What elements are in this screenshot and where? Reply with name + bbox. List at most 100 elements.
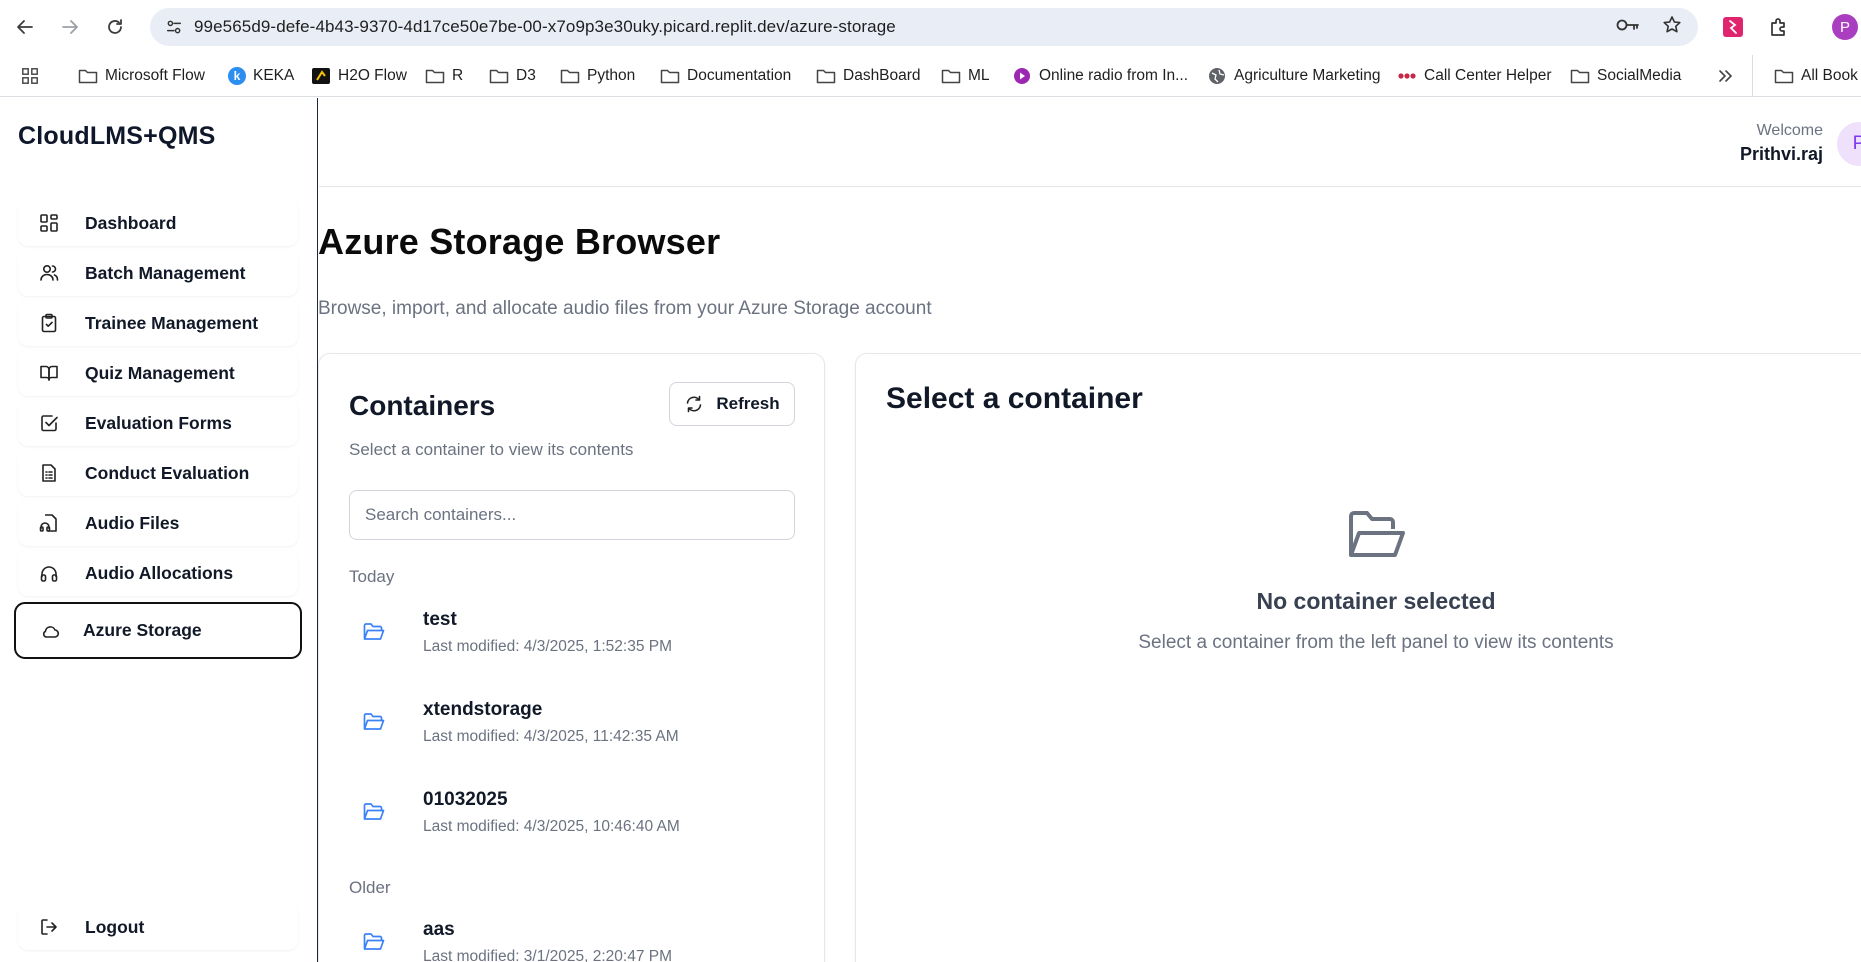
bookmark-item[interactable]: D3 bbox=[489, 55, 536, 97]
headphones-icon bbox=[18, 563, 74, 583]
file-audio-icon bbox=[18, 513, 74, 533]
refresh-icon bbox=[687, 395, 702, 413]
welcome-block: Welcome Prithvi.raj bbox=[1740, 122, 1823, 165]
sidebar-item-label: Evaluation Forms bbox=[85, 412, 232, 433]
h2o-icon bbox=[312, 68, 330, 84]
sidebar-nav: Dashboard Batch Management Trainee Manag… bbox=[14, 200, 302, 663]
group-label-older: Older bbox=[349, 878, 391, 897]
search-containers-input[interactable] bbox=[349, 490, 795, 540]
sidebar-item-label: Dashboard bbox=[85, 212, 177, 233]
container-name: xtendstorage bbox=[423, 699, 543, 720]
dashboard-icon bbox=[18, 213, 74, 233]
container-item-xtendstorage[interactable]: xtendstorage Last modified: 4/3/2025, 11… bbox=[349, 690, 795, 766]
folder-icon bbox=[425, 69, 445, 84]
bookmark-item[interactable]: R bbox=[425, 55, 463, 97]
sidebar-item-label: Quiz Management bbox=[85, 362, 235, 383]
bookmark-item[interactable]: k KEKA bbox=[228, 55, 294, 97]
brand-title: CloudLMS+QMS bbox=[18, 122, 216, 150]
container-item-aas[interactable]: aas Last modified: 3/1/2025, 2:20:47 PM bbox=[349, 910, 795, 962]
containers-title: Containers bbox=[349, 390, 496, 421]
sidebar-item-dashboard[interactable]: Dashboard bbox=[18, 200, 298, 246]
bookmark-item[interactable]: Python bbox=[560, 55, 635, 97]
container-detail-panel: Select a container No container selected… bbox=[855, 353, 1861, 962]
container-item-test[interactable]: test Last modified: 4/3/2025, 1:52:35 PM bbox=[349, 600, 795, 676]
app-root: CloudLMS+QMS Dashboard Batch Management … bbox=[0, 98, 1861, 962]
logout-icon bbox=[18, 917, 74, 937]
sidebar-item-audio-files[interactable]: Audio Files bbox=[18, 500, 298, 546]
sidebar-item-evaluation-forms[interactable]: Evaluation Forms bbox=[18, 400, 298, 446]
logout-button[interactable]: Logout bbox=[18, 904, 298, 950]
apps-grid-icon[interactable] bbox=[20, 55, 40, 97]
folder-open-icon bbox=[1349, 511, 1405, 557]
empty-state-subtitle: Select a container from the left panel t… bbox=[1138, 632, 1614, 653]
bookmarks-bar: Microsoft Flow k KEKA H2O Flow R D3 Pyth… bbox=[0, 55, 1861, 97]
folder-icon bbox=[941, 69, 961, 84]
bookmark-item[interactable]: SocialMedia bbox=[1570, 55, 1681, 97]
container-modified: Last modified: 4/3/2025, 10:46:40 AM bbox=[423, 818, 680, 835]
user-name: Prithvi.raj bbox=[1739, 144, 1823, 164]
browser-toolbar: 99e565d9-defe-4b43-9370-4d17ce50e7be-00-… bbox=[0, 0, 1861, 55]
bookmark-item[interactable]: H2O Flow bbox=[311, 55, 407, 97]
bookmark-item[interactable]: All Book bbox=[1774, 55, 1858, 97]
folder-open-icon bbox=[363, 933, 385, 950]
extensions-puzzle-icon[interactable] bbox=[1764, 12, 1794, 42]
radio-icon bbox=[1014, 68, 1030, 84]
check-square-icon bbox=[18, 413, 74, 433]
arrow-right-icon bbox=[62, 20, 78, 34]
back-button[interactable] bbox=[10, 12, 40, 42]
sidebar-item-trainee-management[interactable]: Trainee Management bbox=[18, 300, 298, 346]
sidebar-item-label: Audio Files bbox=[85, 512, 180, 533]
bookmark-item[interactable]: Call Center Helper bbox=[1397, 55, 1552, 97]
container-item-01032025[interactable]: 01032025 Last modified: 4/3/2025, 10:46:… bbox=[349, 780, 795, 856]
reload-button[interactable] bbox=[100, 12, 130, 42]
folder-icon bbox=[560, 69, 580, 84]
folder-icon bbox=[489, 69, 509, 84]
sidebar-item-azure-storage[interactable]: Azure Storage bbox=[14, 602, 302, 659]
sidebar-item-quiz-management[interactable]: Quiz Management bbox=[18, 350, 298, 396]
detail-title: Select a container bbox=[886, 382, 1143, 415]
bookmark-item[interactable]: Documentation bbox=[660, 55, 791, 97]
sidebar-item-label: Batch Management bbox=[85, 262, 246, 283]
sidebar-item-batch-management[interactable]: Batch Management bbox=[18, 250, 298, 296]
logout-label: Logout bbox=[85, 916, 145, 937]
refresh-label: Refresh bbox=[716, 394, 780, 413]
group-label-today: Today bbox=[349, 567, 395, 586]
keka-icon: k bbox=[228, 67, 246, 85]
welcome-label: Welcome bbox=[1756, 122, 1823, 139]
cloud-icon bbox=[16, 621, 72, 641]
bookmark-item[interactable]: Agriculture Marketing bbox=[1207, 55, 1380, 97]
sidebar-item-label: Azure Storage bbox=[83, 620, 202, 640]
container-modified: Last modified: 4/3/2025, 1:52:35 PM bbox=[423, 638, 673, 655]
password-key-icon[interactable] bbox=[1616, 17, 1640, 38]
container-name: 01032025 bbox=[423, 789, 508, 810]
page-subtitle: Browse, import, and allocate audio files… bbox=[318, 298, 932, 319]
bookmark-item[interactable]: Online radio from In... bbox=[1012, 55, 1188, 97]
browser-profile-avatar[interactable]: P bbox=[1832, 14, 1858, 40]
bookmark-item[interactable]: ML bbox=[941, 55, 990, 97]
address-bar[interactable]: 99e565d9-defe-4b43-9370-4d17ce50e7be-00-… bbox=[150, 8, 1698, 46]
folder-icon bbox=[78, 69, 98, 84]
bookmark-item[interactable]: DashBoard bbox=[816, 55, 921, 97]
arrow-left-icon bbox=[17, 20, 33, 34]
forward-button[interactable] bbox=[55, 12, 85, 42]
extension-pink-icon[interactable] bbox=[1718, 12, 1748, 42]
top-header: Welcome Prithvi.raj bbox=[319, 98, 1861, 187]
file-list-icon bbox=[18, 463, 74, 483]
sidebar-item-audio-allocations[interactable]: Audio Allocations bbox=[18, 550, 298, 596]
folder-open-icon bbox=[363, 623, 385, 640]
url-text[interactable]: 99e565d9-defe-4b43-9370-4d17ce50e7be-00-… bbox=[194, 17, 896, 37]
container-name: aas bbox=[423, 919, 455, 940]
site-info-icon[interactable] bbox=[154, 8, 194, 46]
bookmarks-overflow-chevron-icon[interactable] bbox=[1716, 55, 1736, 97]
book-icon bbox=[18, 363, 74, 383]
bookmarks-divider bbox=[1752, 55, 1753, 97]
bookmark-item[interactable]: Microsoft Flow bbox=[78, 55, 205, 97]
bookmark-star-icon[interactable] bbox=[1662, 15, 1682, 40]
refresh-button[interactable]: Refresh bbox=[669, 382, 795, 426]
sidebar: CloudLMS+QMS Dashboard Batch Management … bbox=[0, 98, 318, 962]
sidebar-item-conduct-evaluation[interactable]: Conduct Evaluation bbox=[18, 450, 298, 496]
container-modified: Last modified: 4/3/2025, 11:42:35 AM bbox=[423, 728, 679, 745]
folder-open-icon bbox=[363, 713, 385, 730]
container-modified: Last modified: 3/1/2025, 2:20:47 PM bbox=[423, 948, 673, 962]
folder-icon bbox=[1570, 69, 1590, 84]
